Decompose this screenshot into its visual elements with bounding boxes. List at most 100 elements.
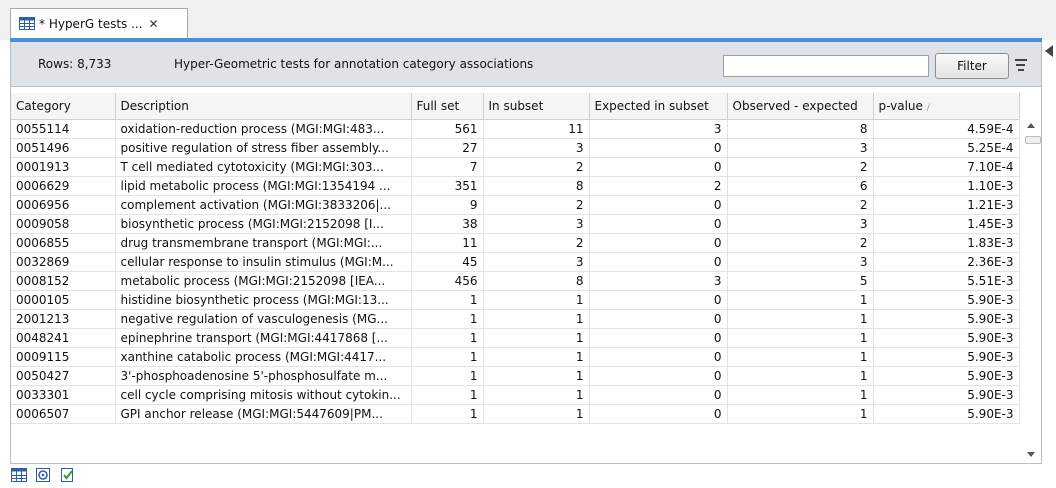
cell-category: 0032869 — [11, 252, 116, 272]
cell-description: drug transmembrane transport (MGI:MGI:..… — [115, 233, 412, 253]
table-row[interactable]: 0001913 T cell mediated cytotoxicity (MGI… — [11, 157, 1020, 177]
cell-expected: 3 — [589, 119, 728, 139]
table-view-icon[interactable] — [10, 466, 28, 484]
cell-observed-minus-expected: 2 — [727, 195, 874, 215]
cell-full-set: 561 — [411, 119, 484, 139]
cell-expected: 0 — [589, 233, 728, 253]
cell-category: 0008152 — [11, 271, 116, 291]
cell-p-value: 5.90E-3 — [873, 366, 1020, 386]
column-header-full-set[interactable]: Full set — [411, 93, 484, 120]
table-row[interactable]: 0006507 GPI anchor release (MGI:MGI:54476… — [11, 404, 1020, 424]
cell-full-set: 1 — [411, 328, 484, 348]
cell-full-set: 38 — [411, 214, 484, 234]
cell-p-value: 5.90E-3 — [873, 385, 1020, 405]
cell-category: 0009058 — [11, 214, 116, 234]
cell-expected: 0 — [589, 347, 728, 367]
cell-description: histidine biosynthetic process (MGI:MGI:… — [115, 290, 412, 310]
cell-in-subset: 11 — [483, 119, 590, 139]
column-header-label: Category — [16, 99, 71, 113]
column-settings-icon[interactable] — [1015, 58, 1027, 72]
results-grid: Category Description Full set In subset Expe… — [11, 93, 1020, 424]
cell-observed-minus-expected: 1 — [727, 328, 874, 348]
cell-in-subset: 8 — [483, 176, 590, 196]
cell-observed-minus-expected: 3 — [727, 252, 874, 272]
column-header-p-value[interactable]: p-value / — [873, 93, 1020, 120]
table-row[interactable]: 2001213 negative regulation of vasculogen… — [11, 309, 1020, 329]
cell-category: 0055114 — [11, 119, 116, 139]
cell-observed-minus-expected: 3 — [727, 214, 874, 234]
tab-title: * HyperG tests ... — [39, 16, 143, 31]
cell-full-set: 456 — [411, 271, 484, 291]
cell-p-value: 5.90E-3 — [873, 290, 1020, 310]
column-header-in-subset[interactable]: In subset — [483, 93, 590, 120]
cell-category: 0050427 — [11, 366, 116, 386]
results-table: Category Description Full set In subset Expe… — [10, 86, 1042, 464]
cell-full-set: 1 — [411, 290, 484, 310]
scroll-up-icon[interactable] — [1027, 123, 1035, 128]
cell-p-value: 5.90E-3 — [873, 404, 1020, 424]
cell-expected: 0 — [589, 290, 728, 310]
table-row[interactable]: 0000105 histidine biosynthetic process (M… — [11, 290, 1020, 310]
table-row[interactable]: 0055114 oxidation-reduction process (MGI:… — [11, 119, 1020, 139]
table-row[interactable]: 0006855 drug transmembrane transport (MGI… — [11, 233, 1020, 253]
cell-in-subset: 1 — [483, 309, 590, 329]
table-row[interactable]: 0008152 metabolic process (MGI:MGI:215209… — [11, 271, 1020, 291]
cell-category: 0051496 — [11, 138, 116, 158]
cell-observed-minus-expected: 6 — [727, 176, 874, 196]
cell-category: 0033301 — [11, 385, 116, 405]
table-row[interactable]: 0006629 lipid metabolic process (MGI:MGI:… — [11, 176, 1020, 196]
cell-category: 0009115 — [11, 347, 116, 367]
cell-full-set: 1 — [411, 347, 484, 367]
cell-description: negative regulation of vasculogenesis (M… — [115, 309, 412, 329]
filter-input[interactable] — [723, 55, 929, 77]
table-row[interactable]: 0048241 epinephrine transport (MGI:MGI:44… — [11, 328, 1020, 348]
cell-expected: 0 — [589, 385, 728, 405]
table-row[interactable]: 0051496 positive regulation of stress fib… — [11, 138, 1020, 158]
close-icon[interactable]: ✕ — [149, 17, 159, 31]
vertical-scrollbar[interactable] — [1021, 119, 1041, 463]
cell-in-subset: 3 — [483, 138, 590, 158]
scroll-thumb[interactable] — [1025, 136, 1041, 144]
column-header-category[interactable]: Category — [11, 93, 116, 120]
collapse-arrow-icon[interactable] — [1045, 45, 1053, 57]
cell-description: xanthine catabolic process (MGI:MGI:4417… — [115, 347, 412, 367]
cell-p-value: 4.59E-4 — [873, 119, 1020, 139]
table-row[interactable]: 0006956 complement activation (MGI:MGI:38… — [11, 195, 1020, 215]
scroll-down-icon[interactable] — [1027, 452, 1035, 457]
cell-in-subset: 1 — [483, 347, 590, 367]
cell-in-subset: 8 — [483, 271, 590, 291]
table-row[interactable]: 0032869 cellular response to insulin stim… — [11, 252, 1020, 272]
cell-full-set: 1 — [411, 309, 484, 329]
cell-description: biosynthetic process (MGI:MGI:2152098 [I… — [115, 214, 412, 234]
cell-observed-minus-expected: 2 — [727, 233, 874, 253]
cell-observed-minus-expected: 1 — [727, 309, 874, 329]
cell-expected: 0 — [589, 328, 728, 348]
cell-in-subset: 3 — [483, 252, 590, 272]
cell-observed-minus-expected: 1 — [727, 404, 874, 424]
filter-button[interactable]: Filter — [935, 53, 1009, 79]
cell-observed-minus-expected: 1 — [727, 290, 874, 310]
cell-in-subset: 1 — [483, 404, 590, 424]
cell-expected: 2 — [589, 176, 728, 196]
cell-expected: 0 — [589, 309, 728, 329]
cell-full-set: 11 — [411, 233, 484, 253]
cell-description: 3'-phosphoadenosine 5'-phosphosulfate m.… — [115, 366, 412, 386]
column-header-label: Description — [120, 99, 189, 113]
filter-view-icon[interactable] — [58, 466, 76, 484]
column-header-label: In subset — [488, 99, 544, 113]
tab-strip: * HyperG tests ... ✕ — [0, 0, 1056, 57]
column-header-observed-minus-expected[interactable]: Observed - expected — [727, 93, 874, 120]
table-row[interactable]: 0009115 xanthine catabolic process (MGI:M… — [11, 347, 1020, 367]
cell-observed-minus-expected: 5 — [727, 271, 874, 291]
table-row[interactable]: 0033301 cell cycle comprising mitosis wit… — [11, 385, 1020, 405]
table-row[interactable]: 0050427 3'-phosphoadenosine 5'-phosphosul… — [11, 366, 1020, 386]
cell-p-value: 2.36E-3 — [873, 252, 1020, 272]
rows-count: Rows: 8,733 — [38, 57, 112, 71]
table-row[interactable]: 0009058 biosynthetic process (MGI:MGI:215… — [11, 214, 1020, 234]
column-header-expected[interactable]: Expected in subset — [589, 93, 728, 120]
column-header-description[interactable]: Description — [115, 93, 412, 120]
tab-hyperg-tests[interactable]: * HyperG tests ... ✕ — [10, 8, 188, 38]
cell-expected: 0 — [589, 252, 728, 272]
cell-description: GPI anchor release (MGI:MGI:5447609|PM..… — [115, 404, 412, 424]
annotation-view-icon[interactable] — [34, 466, 52, 484]
